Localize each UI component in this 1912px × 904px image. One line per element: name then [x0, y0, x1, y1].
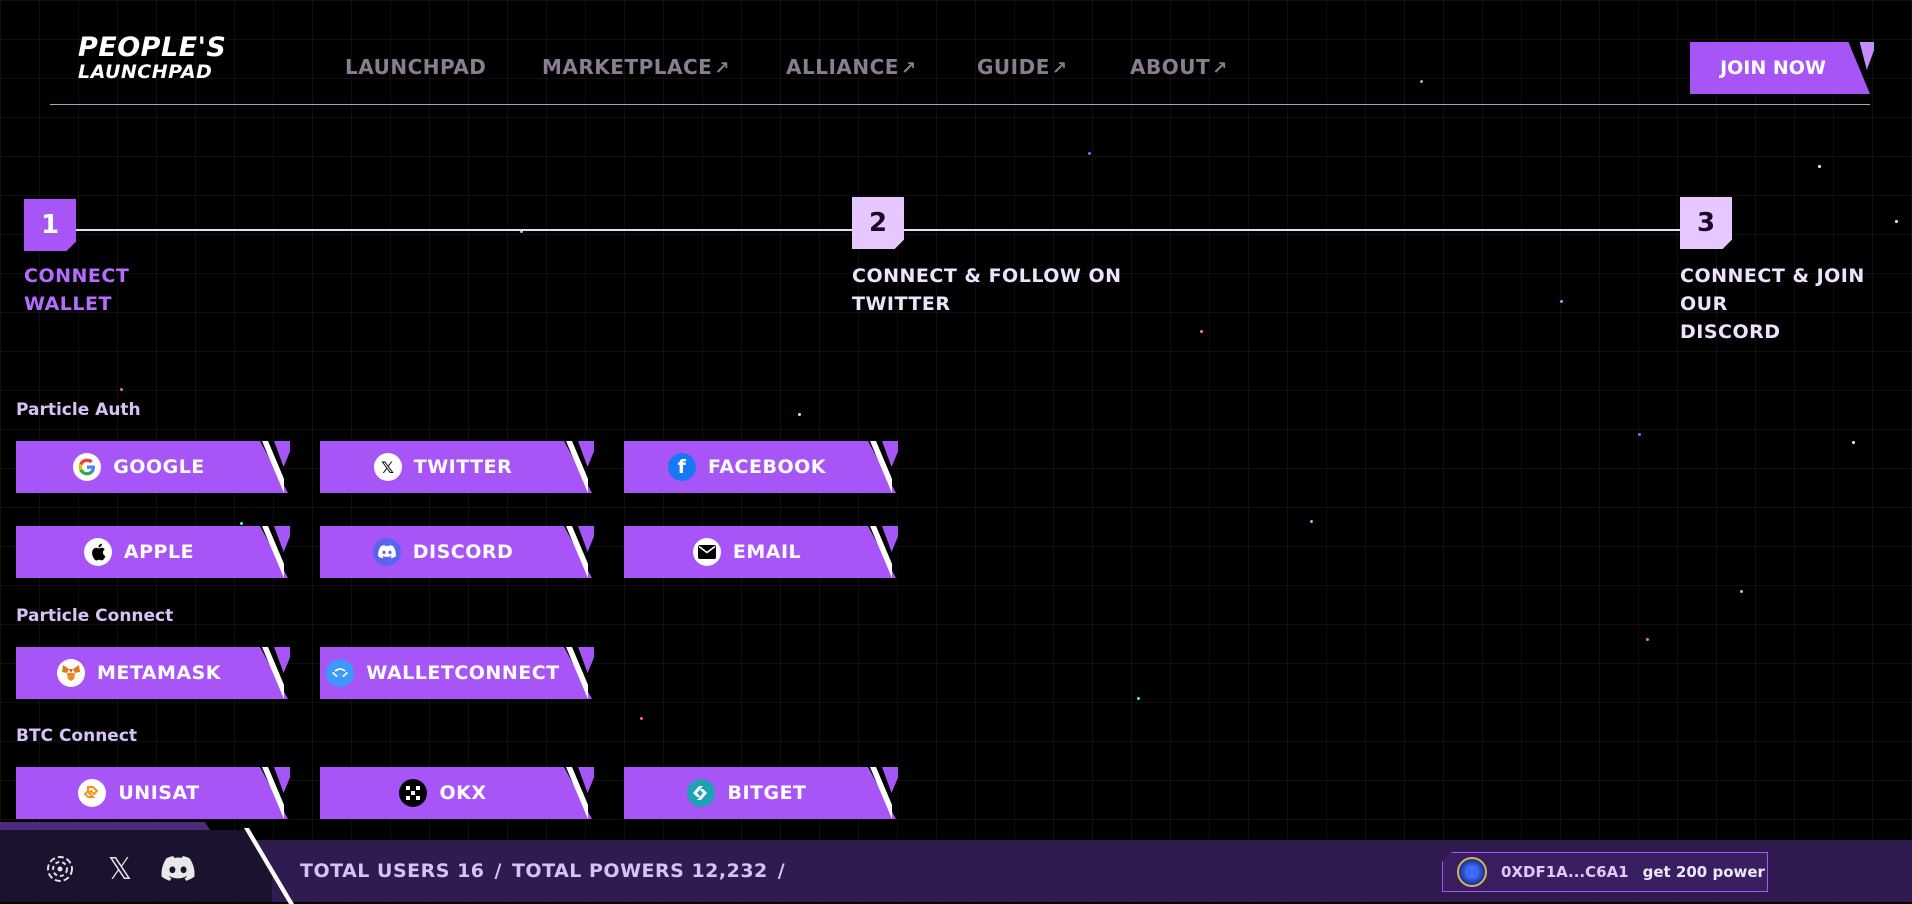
- unisat-connect-button[interactable]: UNISAT: [16, 767, 290, 819]
- total-powers-label: TOTAL POWERS: [511, 860, 685, 882]
- step-3-badge: 3: [1680, 197, 1732, 249]
- step-connector-1: [76, 229, 852, 231]
- external-link-icon: ↗: [1051, 58, 1068, 79]
- footer-accent-bar: [0, 822, 210, 830]
- okx-connect-button[interactable]: OKX: [320, 767, 594, 819]
- unisat-label: UNISAT: [118, 782, 200, 804]
- okx-label: OKX: [439, 782, 487, 804]
- step-1-number: 1: [40, 210, 60, 240]
- discord-icon: [372, 538, 401, 566]
- logo[interactable]: PEOPLE'S LAUNCHPAD: [78, 34, 226, 82]
- wallet-badge[interactable]: 0XDF1A...C6A1 get 200 power: [1442, 852, 1768, 892]
- step-1-label: CONNECT WALLET: [24, 262, 129, 318]
- nav-about-label: ABOUT: [1130, 55, 1211, 79]
- google-label: GOOGLE: [113, 456, 205, 478]
- email-login-button[interactable]: EMAIL: [624, 526, 898, 578]
- avatar: [1457, 857, 1487, 887]
- discord-social-icon[interactable]: [160, 851, 196, 887]
- header-divider: [50, 104, 1870, 105]
- bitget-connect-button[interactable]: BITGET: [624, 767, 898, 819]
- apple-label: APPLE: [123, 541, 195, 563]
- join-now-button[interactable]: JOIN NOW: [1690, 42, 1870, 94]
- particle-network-icon[interactable]: [42, 851, 78, 887]
- step-1-label-line2: WALLET: [24, 293, 112, 315]
- nav-marketplace[interactable]: MARKETPLACE ↗: [542, 55, 730, 79]
- email-icon: [692, 538, 721, 566]
- apple-icon: [83, 538, 112, 566]
- unisat-icon: [78, 779, 107, 807]
- nav-alliance-label: ALLIANCE: [786, 55, 899, 79]
- step-3-label-line2: DISCORD: [1680, 321, 1781, 343]
- facebook-label: FACEBOOK: [708, 456, 826, 478]
- x-social-icon[interactable]: 𝕏: [102, 851, 138, 887]
- footer-stats: TOTAL USERS 16 / TOTAL POWERS 12,232 /: [300, 860, 795, 882]
- nav-about[interactable]: ABOUT ↗: [1130, 55, 1228, 79]
- nav-alliance[interactable]: ALLIANCE ↗: [786, 55, 917, 79]
- metamask-icon: [56, 659, 85, 687]
- x-icon: 𝕏: [373, 453, 402, 481]
- nav-marketplace-label: MARKETPLACE: [542, 55, 713, 79]
- btc-connect-title: BTC Connect: [16, 726, 138, 746]
- twitter-label: TWITTER: [413, 456, 513, 478]
- bitget-label: BITGET: [727, 782, 807, 804]
- nav-launchpad-label: LAUNCHPAD: [345, 55, 487, 79]
- join-now-label: JOIN NOW: [1720, 57, 1826, 79]
- wallet-address: 0XDF1A...C6A1: [1501, 863, 1629, 881]
- metamask-label: METAMASK: [96, 662, 222, 684]
- external-link-icon: ↗: [900, 58, 917, 79]
- step-2-label-line2: TWITTER: [852, 293, 951, 315]
- walletconnect-label: WALLETCONNECT: [366, 662, 560, 684]
- discord-label: DISCORD: [412, 541, 514, 563]
- step-2-number: 2: [868, 208, 888, 238]
- okx-icon: [399, 779, 428, 807]
- google-icon: [73, 453, 102, 481]
- total-users-label: TOTAL USERS: [300, 860, 450, 882]
- facebook-icon: f: [668, 453, 697, 481]
- external-link-icon: ↗: [1212, 58, 1228, 79]
- step-2-label-line1: CONNECT & FOLLOW ON: [852, 265, 1122, 287]
- logo-line1: PEOPLE'S: [78, 32, 227, 63]
- step-3-label-line1: CONNECT & JOIN OUR: [1680, 265, 1865, 315]
- step-connector-2: [904, 229, 1680, 231]
- step-3-number: 3: [1696, 208, 1716, 238]
- discord-login-button[interactable]: DISCORD: [320, 526, 594, 578]
- email-label: EMAIL: [732, 541, 802, 563]
- facebook-login-button[interactable]: f FACEBOOK: [624, 441, 898, 493]
- total-users-value: 16: [457, 860, 485, 882]
- step-1-label-line1: CONNECT: [24, 265, 130, 287]
- walletconnect-icon: [326, 659, 355, 687]
- stats-separator: /: [777, 860, 786, 882]
- total-powers-value: 12,232: [691, 860, 768, 882]
- external-link-icon: ↗: [714, 58, 730, 79]
- stats-separator: /: [494, 860, 502, 882]
- step-2-badge: 2: [852, 197, 904, 249]
- particle-auth-title: Particle Auth: [16, 400, 141, 420]
- step-2-label: CONNECT & FOLLOW ON TWITTER: [852, 262, 1122, 318]
- nav-guide[interactable]: GUIDE ↗: [977, 55, 1067, 79]
- nav-guide-label: GUIDE: [977, 55, 1050, 79]
- power-cta: get 200 power: [1642, 863, 1765, 881]
- step-1-badge: 1: [24, 199, 76, 251]
- bitget-icon: [687, 779, 716, 807]
- google-login-button[interactable]: GOOGLE: [16, 441, 290, 493]
- walletconnect-button[interactable]: WALLETCONNECT: [320, 647, 594, 699]
- join-button-corner: [1859, 42, 1874, 70]
- particle-connect-title: Particle Connect: [16, 606, 174, 626]
- nav-launchpad[interactable]: LAUNCHPAD: [345, 55, 486, 79]
- metamask-connect-button[interactable]: METAMASK: [16, 647, 290, 699]
- apple-login-button[interactable]: APPLE: [16, 526, 290, 578]
- step-3-label: CONNECT & JOIN OUR DISCORD: [1680, 262, 1912, 346]
- twitter-login-button[interactable]: 𝕏 TWITTER: [320, 441, 594, 493]
- logo-line2: LAUNCHPAD: [78, 61, 213, 83]
